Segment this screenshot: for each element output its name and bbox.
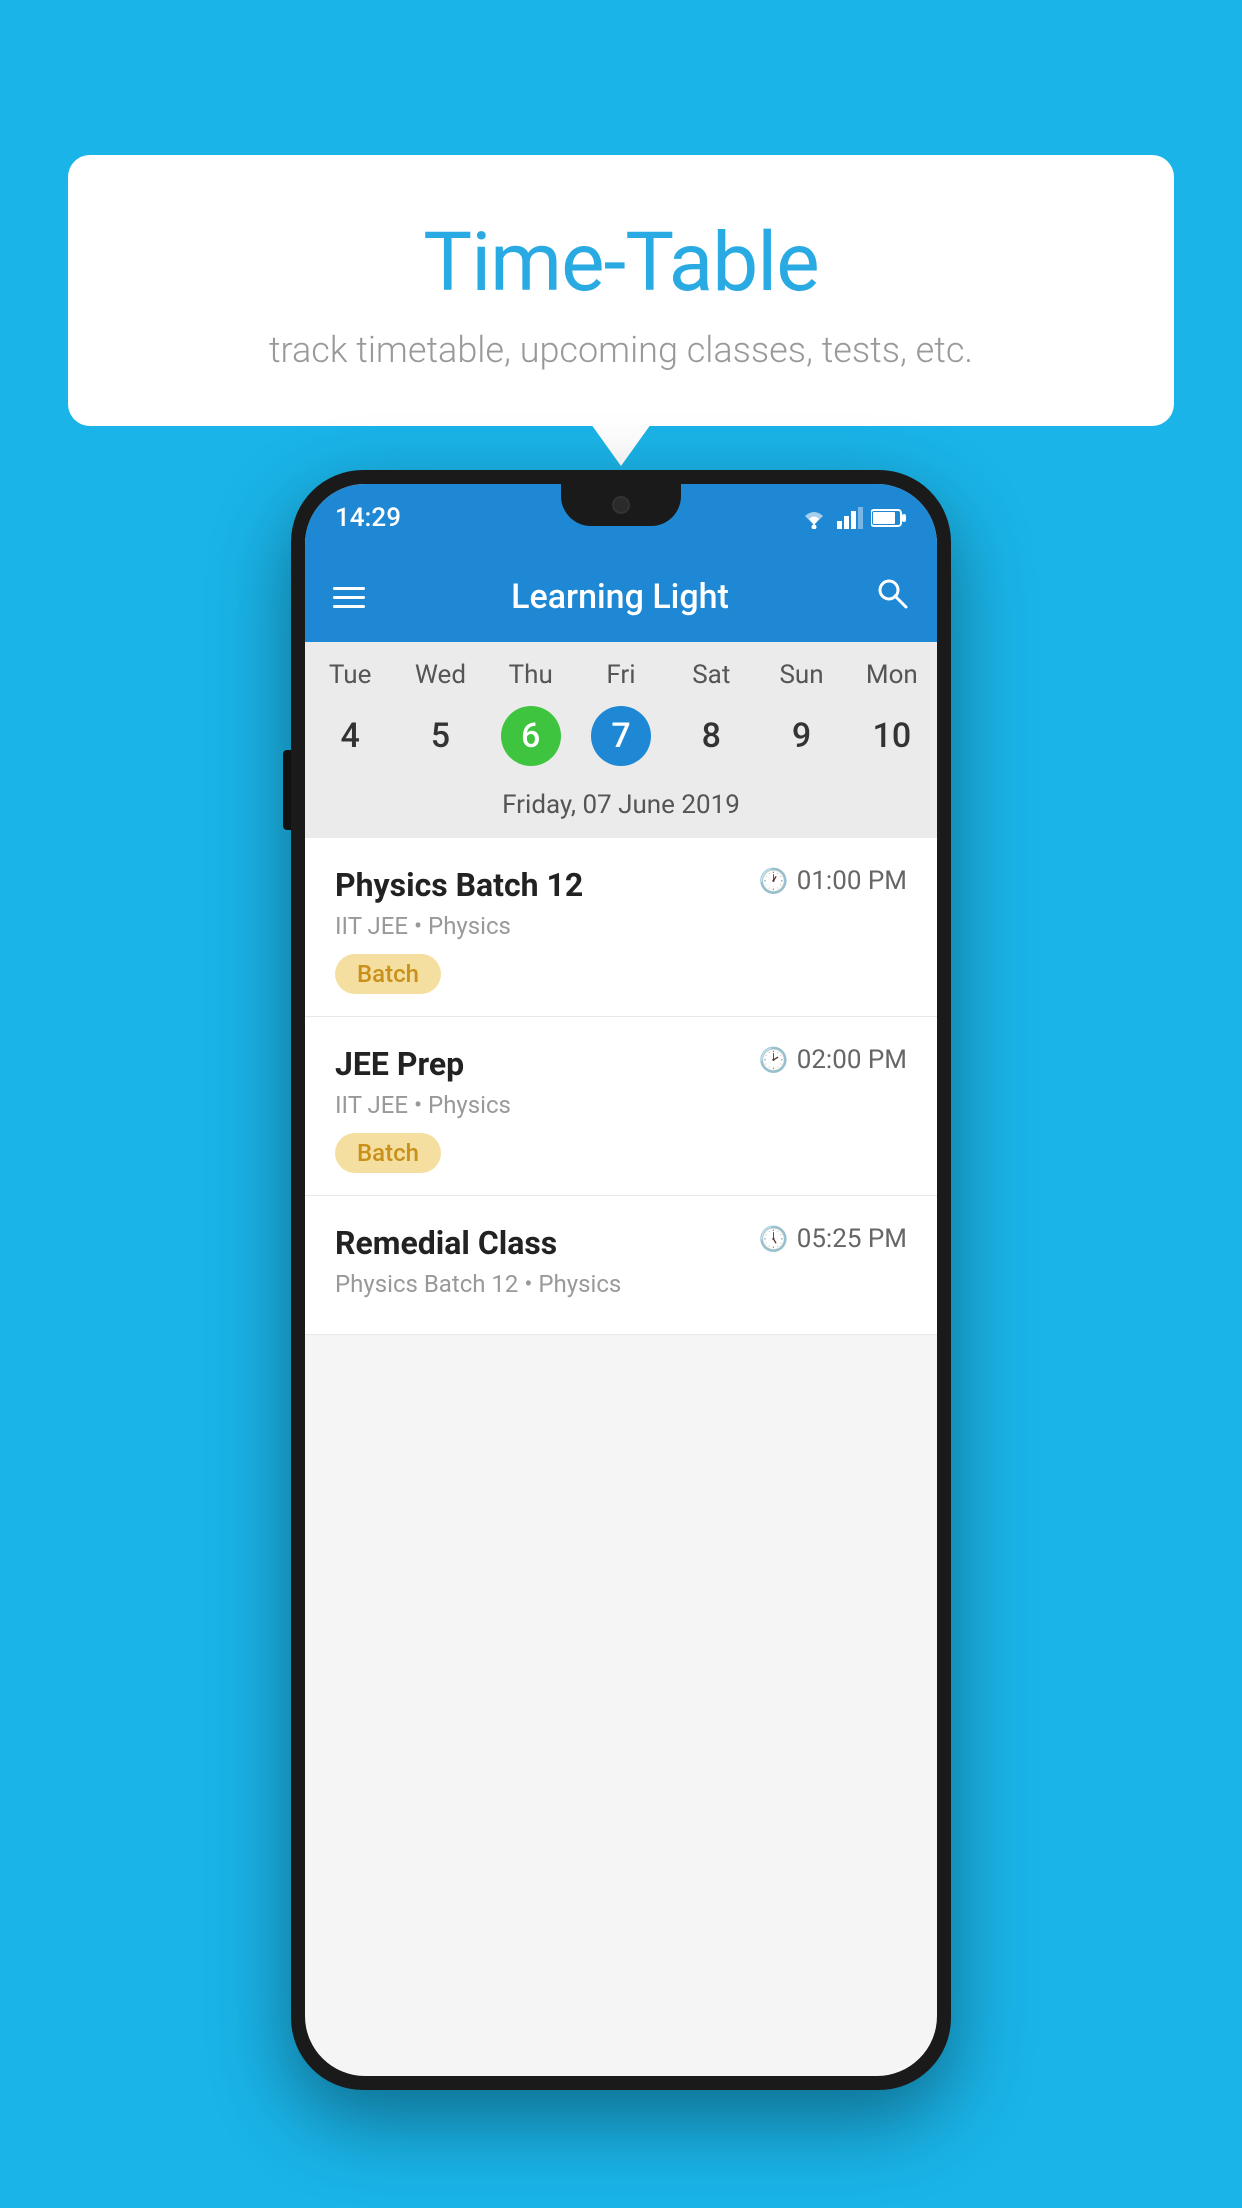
clock-icon-2: 🕑 (759, 1046, 789, 1074)
schedule-title-1: Physics Batch 12 (335, 866, 583, 904)
day-6-today[interactable]: 6 (501, 706, 561, 766)
phone-screen: 14:29 (305, 484, 937, 2076)
schedule-item-1-header: Physics Batch 12 🕐 01:00 PM (335, 866, 907, 904)
bubble-title: Time-Table (108, 215, 1134, 311)
battery-icon (871, 508, 907, 528)
bubble-subtitle: track timetable, upcoming classes, tests… (108, 329, 1134, 371)
day-name-tue[interactable]: Tue (305, 660, 395, 690)
schedule-meta-1: IIT JEE • Physics (335, 912, 907, 940)
schedule-item-1[interactable]: Physics Batch 12 🕐 01:00 PM IIT JEE • Ph… (305, 838, 937, 1017)
status-icons (799, 507, 907, 529)
speech-bubble-section: Time-Table track timetable, upcoming cla… (68, 155, 1174, 426)
schedule-meta-2: IIT JEE • Physics (335, 1091, 907, 1119)
schedule-meta-3: Physics Batch 12 • Physics (335, 1270, 907, 1298)
batch-badge-1: Batch (335, 954, 441, 994)
clock-icon-3: 🕔 (759, 1225, 789, 1253)
schedule-time-1: 🕐 01:00 PM (759, 866, 907, 896)
schedule-time-3: 🕔 05:25 PM (759, 1224, 907, 1254)
schedule-item-2[interactable]: JEE Prep 🕑 02:00 PM IIT JEE • Physics Ba… (305, 1017, 937, 1196)
schedule-title-3: Remedial Class (335, 1224, 557, 1262)
phone-device: 14:29 (291, 470, 951, 2090)
schedule-time-value-1: 01:00 PM (797, 866, 907, 896)
schedule-time-value-2: 02:00 PM (797, 1045, 907, 1075)
day-4[interactable]: 4 (305, 706, 395, 766)
day-name-mon[interactable]: Mon (847, 660, 937, 690)
schedule-title-2: JEE Prep (335, 1045, 464, 1083)
app-bar-title: Learning Light (511, 577, 729, 617)
camera-dot (612, 496, 630, 514)
notch (561, 484, 681, 526)
day-8[interactable]: 8 (666, 706, 756, 766)
status-time: 14:29 (335, 503, 401, 533)
selected-date-label: Friday, 07 June 2019 (305, 782, 937, 838)
day-name-sat[interactable]: Sat (666, 660, 756, 690)
schedule-item-3-header: Remedial Class 🕔 05:25 PM (335, 1224, 907, 1262)
schedule-item-2-header: JEE Prep 🕑 02:00 PM (335, 1045, 907, 1083)
day-name-fri[interactable]: Fri (576, 660, 666, 690)
day-name-wed[interactable]: Wed (395, 660, 485, 690)
app-bar: Learning Light (305, 552, 937, 642)
phone-mockup-container: 14:29 (60, 470, 1182, 2090)
signal-icon (837, 507, 863, 529)
schedule-item-3[interactable]: Remedial Class 🕔 05:25 PM Physics Batch … (305, 1196, 937, 1335)
day-5[interactable]: 5 (395, 706, 485, 766)
status-bar: 14:29 (305, 484, 937, 552)
day-10[interactable]: 10 (847, 706, 937, 766)
day-9[interactable]: 9 (756, 706, 846, 766)
schedule-time-2: 🕑 02:00 PM (759, 1045, 907, 1075)
calendar-section: Tue Wed Thu Fri Sat Sun Mon 4 5 6 7 8 9 … (305, 642, 937, 838)
batch-badge-2: Batch (335, 1133, 441, 1173)
day-numbers-row: 4 5 6 7 8 9 10 (305, 698, 937, 782)
wifi-icon (799, 507, 829, 529)
day-name-sun[interactable]: Sun (756, 660, 846, 690)
day-name-thu[interactable]: Thu (486, 660, 576, 690)
clock-icon-1: 🕐 (759, 867, 789, 895)
day-7-selected[interactable]: 7 (591, 706, 651, 766)
schedule-time-value-3: 05:25 PM (797, 1224, 907, 1254)
schedule-list: Physics Batch 12 🕐 01:00 PM IIT JEE • Ph… (305, 838, 937, 1335)
search-icon-button[interactable] (875, 576, 909, 618)
speech-bubble: Time-Table track timetable, upcoming cla… (68, 155, 1174, 426)
hamburger-menu-icon[interactable] (333, 587, 365, 608)
day-names-row: Tue Wed Thu Fri Sat Sun Mon (305, 642, 937, 698)
